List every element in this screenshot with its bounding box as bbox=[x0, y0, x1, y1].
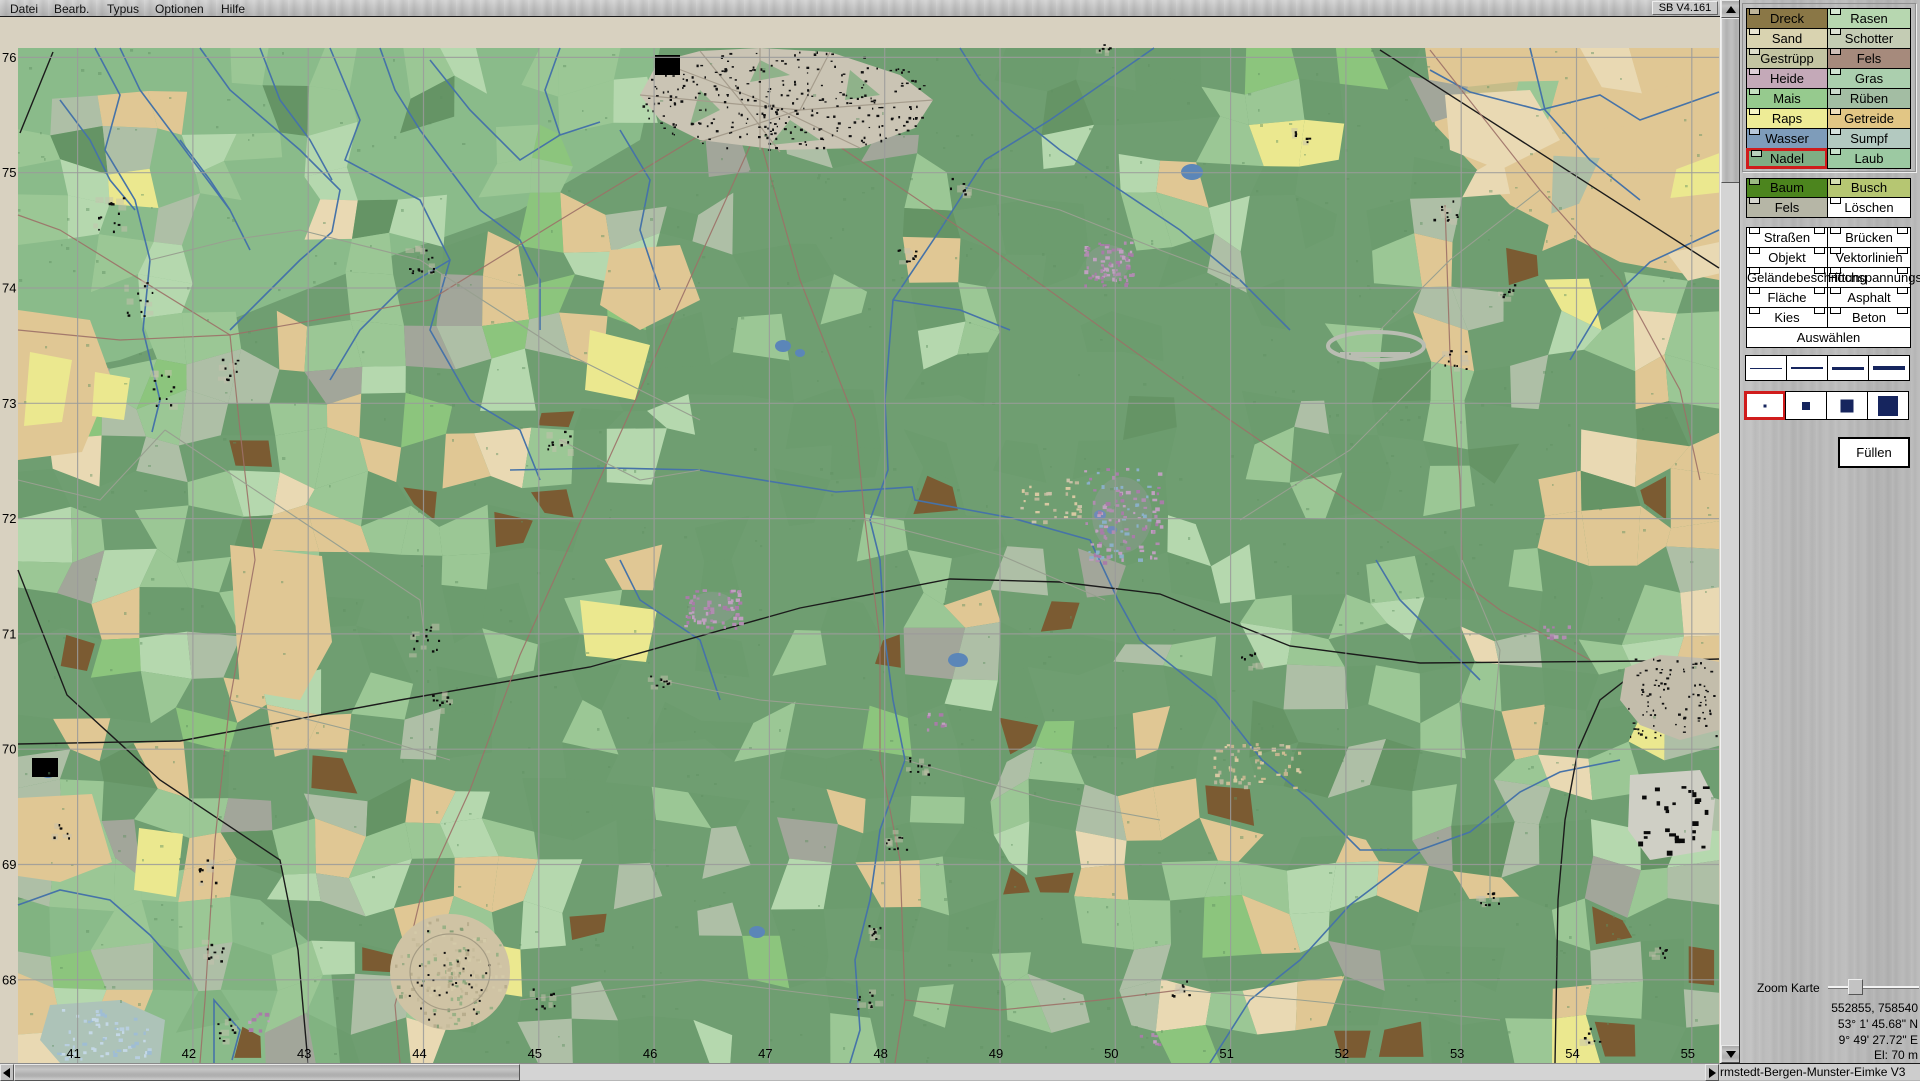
svg-text:49: 49 bbox=[989, 1046, 1003, 1061]
svg-text:69: 69 bbox=[2, 857, 16, 872]
svg-text:72: 72 bbox=[2, 511, 16, 526]
svg-text:44: 44 bbox=[412, 1046, 426, 1061]
svg-text:76: 76 bbox=[2, 50, 16, 65]
svg-text:47: 47 bbox=[758, 1046, 772, 1061]
svg-text:54: 54 bbox=[1565, 1046, 1579, 1061]
svg-text:51: 51 bbox=[1219, 1046, 1233, 1061]
svg-text:45: 45 bbox=[528, 1046, 542, 1061]
svg-text:74: 74 bbox=[2, 281, 16, 296]
svg-text:55: 55 bbox=[1681, 1046, 1695, 1061]
svg-text:41: 41 bbox=[66, 1046, 80, 1061]
svg-text:52: 52 bbox=[1335, 1046, 1349, 1061]
svg-text:46: 46 bbox=[643, 1046, 657, 1061]
svg-text:71: 71 bbox=[2, 626, 16, 641]
svg-text:70: 70 bbox=[2, 742, 16, 757]
svg-text:73: 73 bbox=[2, 396, 16, 411]
svg-text:43: 43 bbox=[297, 1046, 311, 1061]
svg-text:42: 42 bbox=[182, 1046, 196, 1061]
svg-text:68: 68 bbox=[2, 972, 16, 987]
svg-text:50: 50 bbox=[1104, 1046, 1118, 1061]
svg-text:75: 75 bbox=[2, 165, 16, 180]
svg-text:53: 53 bbox=[1450, 1046, 1464, 1061]
svg-text:48: 48 bbox=[873, 1046, 887, 1061]
